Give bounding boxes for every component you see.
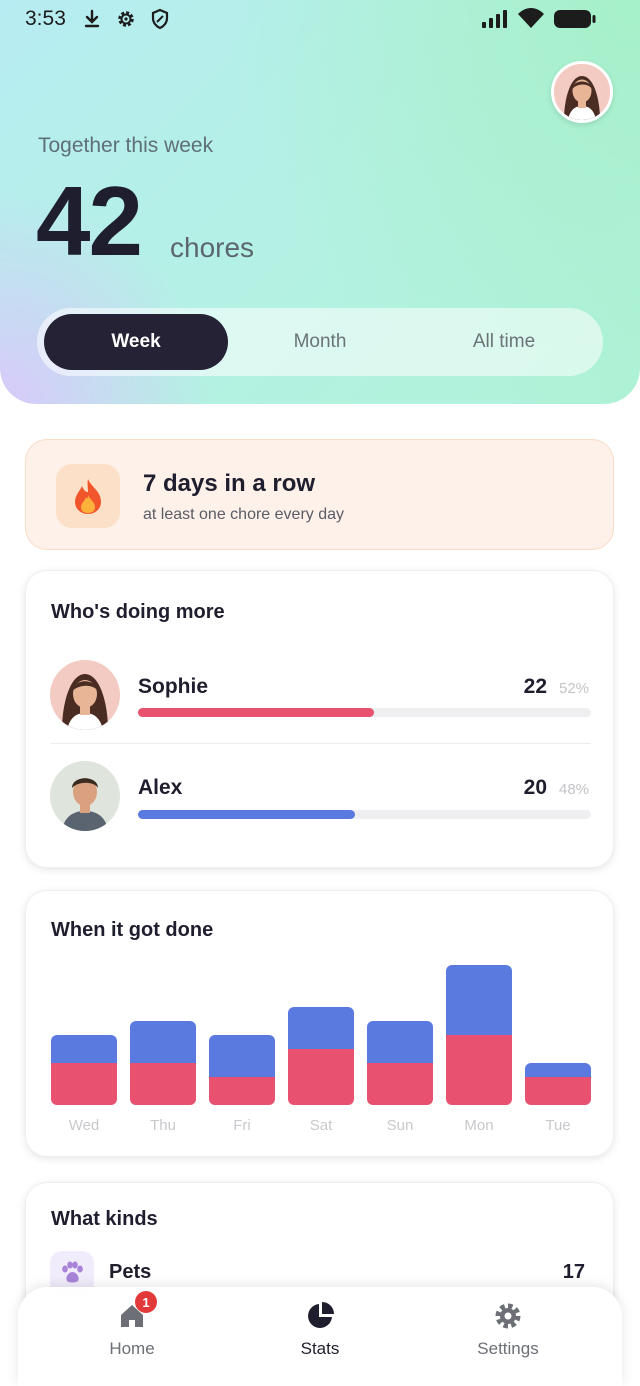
bar-mon [446,965,512,1105]
stacked-bar-chart: Wed Thu Fri Sat Sun Mon Tue [26,891,615,1156]
bar-segment-alex-mon [446,965,512,1035]
profile-avatar[interactable] [551,61,613,123]
battery-icon [554,10,596,28]
gear-icon [493,1301,523,1331]
bar-segment-alex-fri [209,1035,275,1077]
bar-segment-alex-thu [130,1021,196,1063]
streak-card: 7 days in a row at least one chore every… [25,439,614,550]
share-fill-alex [138,810,356,819]
nav-home-label: Home [109,1339,155,1358]
stats-screen: 3:53 Together this week 42 chores Week M… [0,0,640,1386]
day-label-mon: Mon [464,1117,494,1134]
period-month-button[interactable]: Month [228,314,412,370]
bar-segment-sophie-fri [209,1077,275,1105]
total-chores-count: 42 [36,166,143,276]
kind-count: 17 [562,1261,585,1283]
share-fill-sophie [138,708,374,717]
status-time: 3:53 [25,7,66,30]
bar-segment-sophie-sat [288,1049,354,1105]
kind-name: Pets [109,1261,152,1283]
who-title: Who's doing more [51,601,225,623]
nav-settings-label: Settings [477,1339,539,1358]
bar-wed [51,1035,117,1105]
bar-segment-alex-wed [51,1035,117,1063]
person-percent-alex: 48% [559,781,590,798]
who-card: Who's doing more Sophie 22 52% Alex 20 4… [25,570,614,868]
day-label-thu: Thu [150,1117,176,1134]
total-chores-unit: chores [170,232,255,263]
person-name-sophie: Sophie [138,675,209,698]
signal-icon [482,10,507,28]
day-label-fri: Fri [233,1117,251,1134]
nav-stats[interactable]: Stats [260,1301,380,1359]
bar-segment-sophie-thu [130,1063,196,1105]
bar-sun [367,1021,433,1105]
bar-segment-sophie-tue [525,1077,591,1105]
wifi-icon [518,8,544,28]
day-label-tue: Tue [545,1117,571,1134]
kinds-title: What kinds [51,1208,158,1230]
fire-icon [56,464,120,528]
share-bar-sophie [138,708,591,717]
day-label-sat: Sat [309,1117,333,1134]
bar-segment-alex-sat [288,1007,354,1049]
streak-subtitle: at least one chore every day [143,506,345,523]
notification-badge: 1 [135,1291,157,1313]
bar-tue [525,1063,591,1105]
avatar-alex [50,761,120,831]
person-count-alex: 20 [523,776,547,799]
bar-segment-sophie-sun [367,1063,433,1105]
period-selector: Week Month All time [37,308,603,376]
download-icon [84,9,100,28]
bar-segment-sophie-mon [446,1035,512,1105]
person-percent-sophie: 52% [559,680,590,697]
nav-settings[interactable]: Settings [448,1301,568,1359]
nav-stats-label: Stats [300,1339,340,1358]
share-bar-alex [138,810,591,819]
person-name-alex: Alex [138,776,183,799]
when-card: When it got done Wed Thu Fri Sat Sun Mon Tue [25,890,614,1157]
bar-fri [209,1035,275,1105]
divider [51,743,591,744]
bottom-nav: 1 Home Stats Settings [18,1287,622,1386]
shield-icon [151,8,169,30]
period-all-time-button[interactable]: All time [412,314,596,370]
day-label-sun: Sun [386,1117,414,1134]
avatar-sophie [50,660,120,730]
nav-home[interactable]: 1 Home [72,1291,192,1359]
bar-thu [130,1021,196,1105]
bar-segment-alex-sun [367,1021,433,1063]
person-count-sophie: 22 [523,675,547,698]
bar-segment-alex-tue [525,1063,591,1077]
gear-icon [118,11,134,27]
bar-segment-sophie-wed [51,1063,117,1105]
status-bar: 3:53 [0,0,640,38]
period-week-button[interactable]: Week [44,314,228,370]
home-icon: 1 [117,1291,157,1331]
day-label-wed: Wed [68,1117,100,1134]
summary-label: Together this week [38,134,214,157]
streak-title: 7 days in a row [143,470,316,497]
bar-sat [288,1007,354,1105]
pie-chart-icon [305,1301,335,1331]
